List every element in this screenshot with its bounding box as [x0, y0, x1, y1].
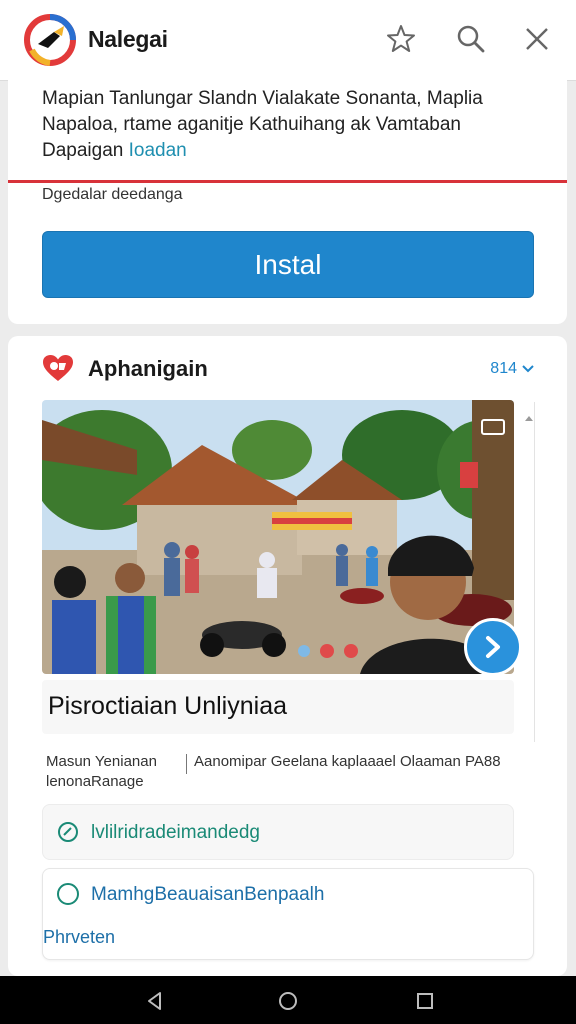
- back-icon[interactable]: [144, 990, 166, 1012]
- chevron-down-icon: [522, 365, 534, 373]
- listing-card: Mapian Tanlungar Slandn Vialakate Sonant…: [8, 80, 567, 324]
- app-title: Nalegai: [88, 26, 168, 52]
- photo-title-box: Pisroctiaian Unliyniaa: [42, 680, 514, 734]
- system-nav-bar: [0, 976, 576, 1024]
- carousel-dots: [298, 644, 358, 658]
- option-label: MamhgBeauaisanBenpaalh: [91, 884, 325, 905]
- section-card: Aphanigain 814 Pisroctiaian Unliyniaa Ma…: [8, 336, 567, 976]
- description-text: Dapaigan: [42, 140, 129, 161]
- radio-circle-icon[interactable]: [57, 883, 79, 905]
- heart-badge-icon: [43, 355, 73, 381]
- description-line: Mapian Tanlungar Slandn Vialakate Sonant…: [42, 88, 483, 109]
- option-sublabel[interactable]: Phrveten: [43, 927, 115, 948]
- star-icon[interactable]: [384, 22, 418, 56]
- app-logo: [24, 14, 76, 66]
- search-icon[interactable]: [454, 22, 488, 56]
- meta-separator: [186, 754, 187, 774]
- scrollbar[interactable]: [524, 402, 535, 742]
- option-label: lvlilridradeimandedg: [91, 822, 260, 843]
- chevron-right-icon: [486, 636, 500, 658]
- carousel-next-button[interactable]: [464, 618, 522, 676]
- photo-title: Pisroctiaian Unliyniaa: [48, 692, 288, 720]
- description-line: Napaloa, rtame aganitje Kathuihang ak Va…: [42, 114, 461, 135]
- divider: [8, 180, 567, 183]
- carousel-photo[interactable]: [42, 400, 514, 674]
- check-circle-icon: [58, 822, 78, 842]
- meta-right: Aanomipar Geelana kaplaaael Olaaman PA88: [194, 753, 501, 770]
- scroll-up-icon[interactable]: [524, 414, 534, 424]
- recents-icon[interactable]: [414, 990, 436, 1012]
- carousel-dot[interactable]: [344, 644, 358, 658]
- home-icon[interactable]: [277, 990, 299, 1012]
- option-checked[interactable]: lvlilridradeimandedg: [42, 804, 514, 860]
- version-label: 814: [490, 360, 517, 377]
- meta-left: Masun Yenianan lenonaRanage: [46, 753, 157, 790]
- description-link[interactable]: Ioadan: [129, 140, 187, 161]
- description-line: Dapaigan Ioadan: [42, 138, 542, 164]
- app-top-bar: Nalegai: [0, 0, 576, 81]
- subnote: Dgedalar deedanga: [42, 186, 183, 203]
- carousel-dot[interactable]: [298, 645, 310, 657]
- install-button[interactable]: Instal: [42, 231, 534, 298]
- listing-description: Mapian Tanlungar Slandn Vialakate Sonant…: [42, 86, 542, 164]
- option-radio[interactable]: MamhgBeauaisanBenpaalh Phrveten: [42, 868, 534, 960]
- carousel-dot[interactable]: [320, 644, 334, 658]
- village-scene-image: [42, 400, 514, 674]
- section-title: Aphanigain: [88, 356, 208, 381]
- version-dropdown[interactable]: 814: [490, 360, 535, 378]
- close-icon[interactable]: [520, 22, 554, 56]
